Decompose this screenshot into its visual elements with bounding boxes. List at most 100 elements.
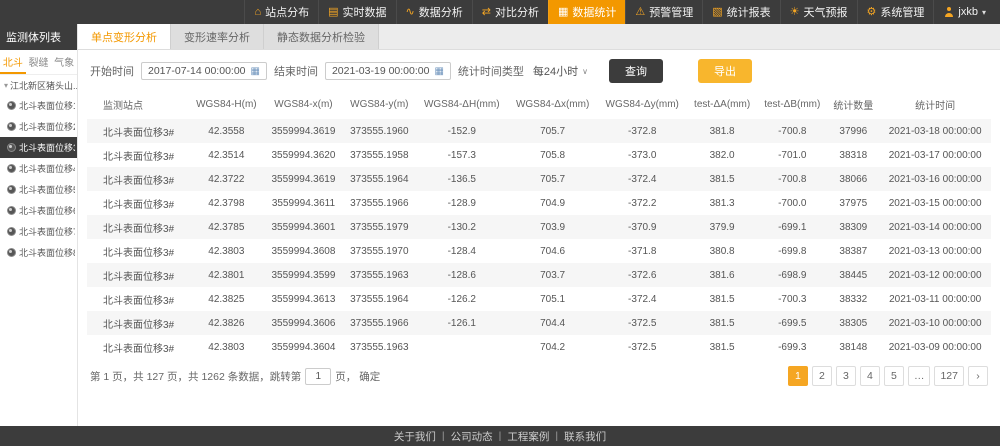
nav-item-compare-analysis[interactable]: ⇄对比分析 — [472, 0, 548, 24]
query-button[interactable]: 查询 — [609, 59, 663, 83]
table-cell: 381.3 — [687, 191, 757, 215]
page-jump-input[interactable] — [305, 368, 331, 385]
table-row: 北斗表面位移3#42.37223559994.3619373555.1964-1… — [87, 167, 991, 191]
sidebar-item[interactable]: 北斗表面位移6# — [0, 200, 77, 221]
time-type-select[interactable]: 每24小时 ∨ — [531, 61, 590, 81]
table-cell: 42.3514 — [189, 143, 264, 167]
satellite-icon — [7, 227, 16, 236]
table-cell: -699.1 — [757, 215, 827, 239]
sidebar-tab-crack[interactable]: 裂缝 — [26, 50, 52, 74]
sidebar-item[interactable]: 北斗表面位移1# — [0, 95, 77, 116]
column-header: WGS84-Δy(mm) — [597, 90, 687, 119]
sidebar-item[interactable]: 北斗表面位移8# — [0, 242, 77, 263]
start-time-input[interactable]: 2017-07-14 00:00:00 ▦ — [141, 62, 267, 80]
table-cell: 381.5 — [687, 311, 757, 335]
tab-static-data-analysis[interactable]: 静态数据分析检验 — [264, 24, 379, 49]
next-page-button[interactable]: › — [968, 366, 988, 386]
table-cell: 373555.1960 — [343, 119, 416, 143]
sidebar-tab-weather[interactable]: 气象 — [51, 50, 77, 74]
footer-link[interactable]: 公司动态 — [451, 429, 493, 444]
table-cell: -699.8 — [757, 239, 827, 263]
table-cell: 北斗表面位移3# — [87, 287, 189, 311]
statistics-table: 监测站点WGS84-H(m)WGS84-x(m)WGS84-y(m)WGS84-… — [87, 90, 991, 359]
nav-item-alert-management[interactable]: ⚠预警管理 — [625, 0, 702, 24]
export-button[interactable]: 导出 — [698, 59, 752, 83]
user-menu[interactable]: jxkb ▾ — [933, 0, 1000, 24]
column-header: 监测站点 — [87, 90, 189, 119]
tree-root-label: 江北新区猪头山... — [10, 79, 77, 92]
end-time-input[interactable]: 2021-03-19 00:00:00 ▦ — [325, 62, 451, 80]
page-button-4[interactable]: 4 — [860, 366, 880, 386]
footer-link[interactable]: 联系我们 — [564, 429, 606, 444]
chart-icon: ∿ — [406, 7, 415, 18]
column-header: WGS84-ΔH(mm) — [416, 90, 508, 119]
column-header: WGS84-Δx(mm) — [508, 90, 598, 119]
nav-item-system-management[interactable]: ⚙系统管理 — [857, 0, 934, 24]
nav-item-data-analysis[interactable]: ∿数据分析 — [396, 0, 472, 24]
topnav-menu: ⌂站点分布▤实时数据∿数据分析⇄对比分析▦数据统计⚠预警管理▧统计报表☀天气预报… — [244, 0, 933, 24]
table-cell: 2021-03-17 00:00:00 — [879, 143, 991, 167]
table-cell: 42.3803 — [189, 335, 264, 359]
table-cell: 3559994.3619 — [264, 167, 343, 191]
page-button-5[interactable]: 5 — [884, 366, 904, 386]
sidebar-item[interactable]: 北斗表面位移5# — [0, 179, 77, 200]
table-cell: 3559994.3611 — [264, 191, 343, 215]
table-cell: 38445 — [827, 263, 879, 287]
table-cell: 704.9 — [508, 191, 598, 215]
tree-collapse-icon: ▾ — [4, 81, 8, 90]
jump-confirm-button[interactable]: 确定 — [359, 369, 380, 384]
sidebar-item[interactable]: 北斗表面位移3# — [0, 137, 77, 158]
table-cell: 3559994.3606 — [264, 311, 343, 335]
footer-link[interactable]: 工程案例 — [507, 429, 549, 444]
user-icon — [944, 7, 954, 17]
sidebar-title: 监测体列表 — [0, 24, 77, 50]
page-ellipsis[interactable]: … — [908, 366, 931, 386]
pagination-summary: 第 1 页，共 127 页，共 1262 条数据，跳转第 页， 确定 — [90, 368, 380, 385]
sidebar-item-label: 北斗表面位移2# — [19, 120, 75, 133]
nav-item-statistics-report[interactable]: ▧统计报表 — [702, 0, 779, 24]
sidebar-item[interactable]: 北斗表面位移7# — [0, 221, 77, 242]
time-type-label: 统计时间类型 — [458, 63, 524, 79]
tree-root-node[interactable]: ▾ 江北新区猪头山... — [0, 75, 77, 95]
satellite-icon — [7, 122, 16, 131]
column-header: test-ΔB(mm) — [757, 90, 827, 119]
sidebar-item[interactable]: 北斗表面位移2# — [0, 116, 77, 137]
table-cell: 北斗表面位移3# — [87, 263, 189, 287]
nav-item-site-distribution[interactable]: ⌂站点分布 — [244, 0, 318, 24]
footer-separator: | — [555, 430, 558, 442]
page-button-1[interactable]: 1 — [788, 366, 808, 386]
table-cell: 2021-03-13 00:00:00 — [879, 239, 991, 263]
footer-link[interactable]: 关于我们 — [394, 429, 436, 444]
sidebar-item[interactable]: 北斗表面位移4# — [0, 158, 77, 179]
table-cell: 703.9 — [508, 215, 598, 239]
table-cell: 705.7 — [508, 167, 598, 191]
table-cell: 42.3826 — [189, 311, 264, 335]
time-type-value: 每24小时 — [533, 63, 578, 79]
nav-item-realtime-data[interactable]: ▤实时数据 — [318, 0, 395, 24]
sidebar-tabs: 北斗裂缝气象 — [0, 50, 77, 75]
statistics-icon: ▦ — [558, 7, 568, 18]
table-cell: -372.4 — [597, 167, 687, 191]
sidebar: 监测体列表 北斗裂缝气象 ▾ 江北新区猪头山... 北斗表面位移1# 北斗表面位移… — [0, 24, 78, 426]
table-cell: 373555.1966 — [343, 311, 416, 335]
nav-item-label: 统计报表 — [727, 4, 771, 20]
table-cell: -136.5 — [416, 167, 508, 191]
table-cell: 373555.1964 — [343, 287, 416, 311]
sidebar-item-label: 北斗表面位移6# — [19, 204, 75, 217]
page-button-127[interactable]: 127 — [934, 366, 964, 386]
nav-item-data-statistics[interactable]: ▦数据统计 — [548, 0, 625, 24]
page-button-3[interactable]: 3 — [836, 366, 856, 386]
table-cell: 3559994.3608 — [264, 239, 343, 263]
sidebar-tab-beidou[interactable]: 北斗 — [0, 50, 26, 74]
table-cell: 42.3785 — [189, 215, 264, 239]
tab-deformation-rate[interactable]: 变形速率分析 — [171, 24, 264, 49]
table-cell: -699.3 — [757, 335, 827, 359]
weather-icon: ☀ — [790, 7, 800, 18]
nav-item-weather-forecast[interactable]: ☀天气预报 — [780, 0, 857, 24]
page-button-2[interactable]: 2 — [812, 366, 832, 386]
table-cell: -372.6 — [597, 263, 687, 287]
page-buttons: 12345…127› — [788, 366, 988, 386]
table-cell: -128.9 — [416, 191, 508, 215]
app-window: ⌂站点分布▤实时数据∿数据分析⇄对比分析▦数据统计⚠预警管理▧统计报表☀天气预报… — [0, 0, 1000, 446]
tab-single-point-deformation[interactable]: 单点变形分析 — [78, 24, 171, 49]
